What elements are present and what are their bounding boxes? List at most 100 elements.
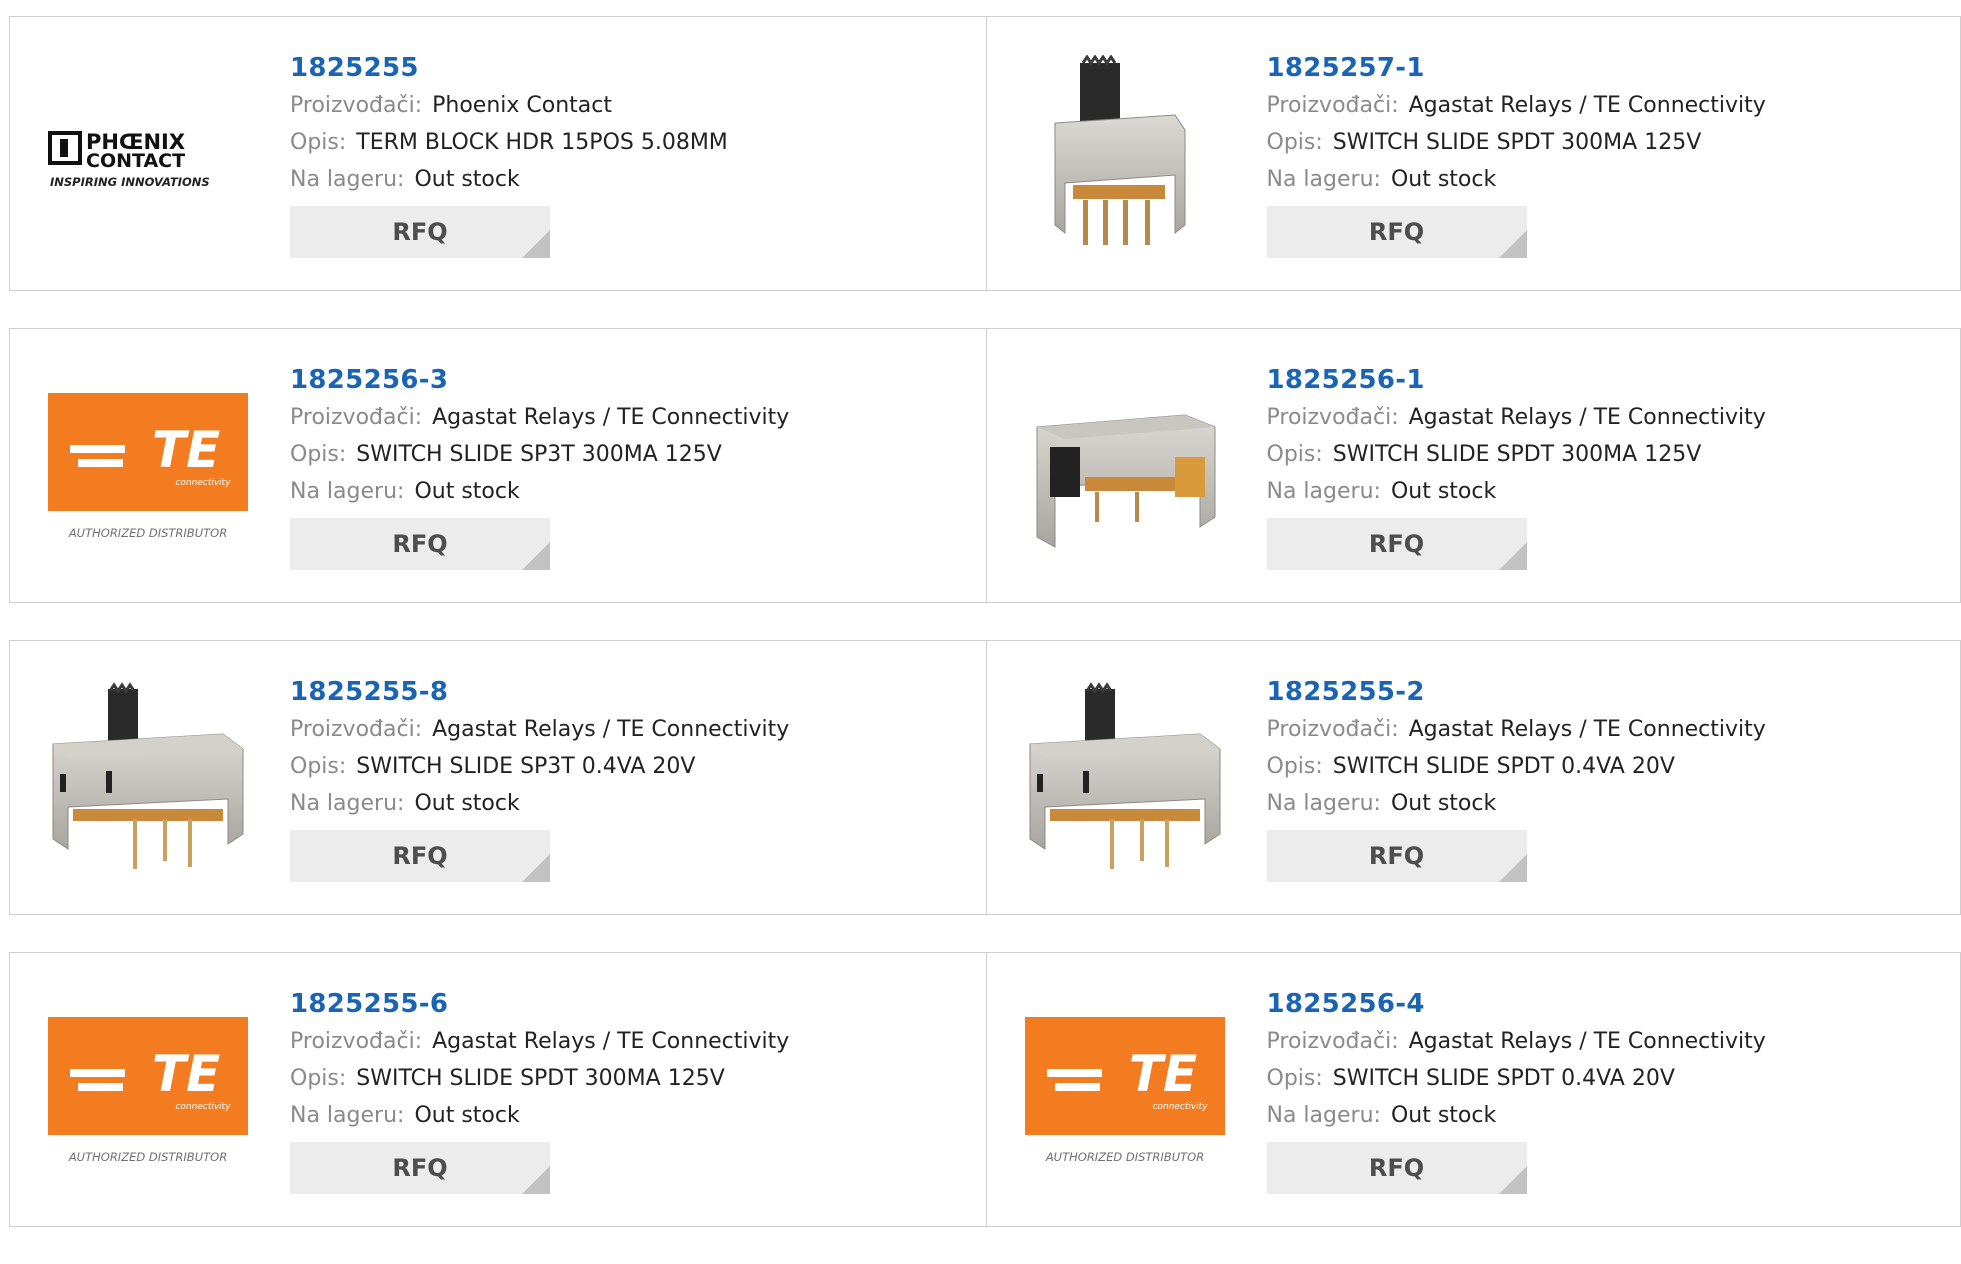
- product-grid: PHŒNIX CONTACT INSPIRING INNOVATIONS 182…: [9, 16, 1961, 1264]
- slide-switch-image[interactable]: [1025, 55, 1225, 255]
- manufacturer-label: Proizvođači:: [290, 405, 422, 430]
- manufacturer-label: Proizvođači:: [1267, 717, 1399, 742]
- manufacturer-row: Proizvođači:Agastat Relays / TE Connecti…: [1267, 1023, 1766, 1060]
- svg-text:AUTHORIZED DISTRIBUTOR: AUTHORIZED DISTRIBUTOR: [68, 1150, 227, 1164]
- svg-text:INSPIRING INNOVATIONS: INSPIRING INNOVATIONS: [50, 175, 210, 189]
- corner-triangle-icon: [522, 854, 550, 882]
- corner-triangle-icon: [1499, 542, 1527, 570]
- part-number-link[interactable]: 1825257-1: [1267, 49, 1766, 87]
- stock-label: Na lageru:: [1267, 479, 1381, 504]
- stock-value: Out stock: [1391, 1103, 1496, 1128]
- product-info: 1825255 Proizvođači:Phoenix Contact Opis…: [290, 49, 728, 258]
- stock-row: Na lageru:Out stock: [290, 1097, 789, 1134]
- part-number-link[interactable]: 1825255-2: [1267, 673, 1766, 711]
- description-label: Opis:: [290, 1066, 346, 1091]
- rfq-label: RFQ: [392, 218, 447, 246]
- stock-row: Na lageru: Out stock: [1267, 785, 1766, 822]
- description-value: SWITCH SLIDE SP3T 0.4VA 20V: [356, 754, 695, 779]
- rfq-button[interactable]: RFQ: [290, 518, 550, 570]
- description-value: SWITCH SLIDE SP3T 300MA 125V: [356, 442, 722, 467]
- manufacturer-row: Proizvođači:Agastat Relays / TE Connecti…: [290, 711, 789, 748]
- stock-label: Na lageru:: [290, 1103, 404, 1128]
- rfq-button[interactable]: RFQ: [1267, 518, 1527, 570]
- rfq-button[interactable]: RFQ: [290, 206, 550, 258]
- slide-switch-image[interactable]: [48, 679, 248, 879]
- manufacturer-label: Proizvođači:: [290, 93, 422, 118]
- description-label: Opis:: [1267, 754, 1323, 779]
- product-card: 1825255-2 Proizvođači: Agastat Relays / T…: [987, 640, 1961, 915]
- stock-row: Na lageru:Out stock: [1267, 1097, 1766, 1134]
- description-value: SWITCH SLIDE SPDT 300MA 125V: [1333, 130, 1701, 155]
- manufacturer-label: Proizvođači:: [1267, 405, 1399, 430]
- rfq-label: RFQ: [1369, 530, 1424, 558]
- product-card: TE connectivity AUTHORIZED DISTRIBUTOR 1…: [987, 952, 1961, 1227]
- rfq-button[interactable]: RFQ: [1267, 1142, 1527, 1194]
- part-number-link[interactable]: 1825256-1: [1267, 361, 1766, 399]
- corner-triangle-icon: [1499, 1166, 1527, 1194]
- svg-text:AUTHORIZED DISTRIBUTOR: AUTHORIZED DISTRIBUTOR: [1044, 1150, 1203, 1164]
- stock-value: Out stock: [414, 479, 519, 504]
- stock-row: Na lageru: Out stock: [290, 785, 789, 822]
- stock-value: Out stock: [414, 791, 519, 816]
- product-info: 1825256-1 Proizvođači:Agastat Relays / T…: [1267, 361, 1766, 570]
- product-info: 1825255-6 Proizvođači:Agastat Relays / T…: [290, 985, 789, 1194]
- description-value: TERM BLOCK HDR 15POS 5.08MM: [356, 130, 728, 155]
- stock-value: Out stock: [1391, 479, 1496, 504]
- part-number-link[interactable]: 1825255: [290, 49, 728, 87]
- product-info: 1825256-3 Proizvođači:Agastat Relays / T…: [290, 361, 789, 570]
- description-row: Opis:SWITCH SLIDE SPDT 0.4VA 20V: [1267, 748, 1766, 785]
- description-label: Opis:: [1267, 1066, 1323, 1091]
- description-label: Opis:: [1267, 442, 1323, 467]
- slide-switch-image[interactable]: [1025, 367, 1225, 567]
- product-card: PHŒNIX CONTACT INSPIRING INNOVATIONS 182…: [9, 16, 987, 291]
- phoenix-contact-logo[interactable]: PHŒNIX CONTACT INSPIRING INNOVATIONS: [48, 55, 248, 255]
- rfq-label: RFQ: [392, 1154, 447, 1182]
- stock-label: Na lageru:: [290, 791, 404, 816]
- product-card: TE connectivity AUTHORIZED DISTRIBUTOR 1…: [9, 952, 987, 1227]
- part-number-link[interactable]: 1825255-8: [290, 673, 789, 711]
- part-number-link[interactable]: 1825255-6: [290, 985, 789, 1023]
- rfq-button[interactable]: RFQ: [290, 830, 550, 882]
- rfq-label: RFQ: [1369, 218, 1424, 246]
- stock-row: Na lageru: Out stock: [290, 161, 728, 198]
- description-value: SWITCH SLIDE SPDT 0.4VA 20V: [1333, 1066, 1675, 1091]
- svg-text:CONTACT: CONTACT: [86, 150, 185, 172]
- rfq-label: RFQ: [392, 842, 447, 870]
- description-row: Opis:SWITCH SLIDE SP3T 0.4VA 20V: [290, 748, 789, 785]
- svg-text:connectivity: connectivity: [1152, 1102, 1208, 1112]
- te-connectivity-logo[interactable]: TE connectivity AUTHORIZED DISTRIBUTOR: [48, 367, 248, 567]
- manufacturer-row: Proizvođači: Phoenix Contact: [290, 87, 728, 124]
- corner-triangle-icon: [1499, 230, 1527, 258]
- manufacturer-value: Phoenix Contact: [432, 93, 612, 118]
- stock-value: Out stock: [1391, 167, 1496, 192]
- te-connectivity-logo[interactable]: TE connectivity AUTHORIZED DISTRIBUTOR: [48, 991, 248, 1191]
- part-number-link[interactable]: 1825256-4: [1267, 985, 1766, 1023]
- te-connectivity-logo[interactable]: TE connectivity AUTHORIZED DISTRIBUTOR: [1025, 991, 1225, 1191]
- manufacturer-value: Agastat Relays / TE Connectivity: [1409, 717, 1766, 742]
- product-row: TE connectivity AUTHORIZED DISTRIBUTOR 1…: [9, 952, 1961, 1227]
- description-label: Opis:: [1267, 130, 1323, 155]
- stock-value: Out stock: [414, 167, 519, 192]
- manufacturer-row: Proizvođači:Agastat Relays / TE Connecti…: [1267, 399, 1766, 436]
- description-row: Opis:SWITCH SLIDE SP3T 300MA 125V: [290, 436, 789, 473]
- part-number-link[interactable]: 1825256-3: [290, 361, 789, 399]
- rfq-button[interactable]: RFQ: [1267, 830, 1527, 882]
- manufacturer-value: Agastat Relays / TE Connectivity: [1409, 93, 1766, 118]
- description-row: Opis:SWITCH SLIDE SPDT 300MA 125V: [1267, 436, 1766, 473]
- stock-row: Na lageru:Out stock: [1267, 161, 1766, 198]
- svg-text:TE: TE: [1128, 1045, 1196, 1103]
- stock-value: Out stock: [1391, 791, 1496, 816]
- rfq-label: RFQ: [392, 530, 447, 558]
- product-card: 1825256-1 Proizvođači:Agastat Relays / T…: [987, 328, 1961, 603]
- corner-triangle-icon: [522, 230, 550, 258]
- rfq-label: RFQ: [1369, 1154, 1424, 1182]
- product-card: TE connectivity AUTHORIZED DISTRIBUTOR 1…: [9, 328, 987, 603]
- stock-label: Na lageru:: [1267, 791, 1381, 816]
- manufacturer-label: Proizvođači:: [290, 1029, 422, 1054]
- slide-switch-image[interactable]: [1025, 679, 1225, 879]
- rfq-button[interactable]: RFQ: [1267, 206, 1527, 258]
- product-row: PHŒNIX CONTACT INSPIRING INNOVATIONS 182…: [9, 16, 1961, 291]
- product-info: 1825256-4 Proizvođači:Agastat Relays / T…: [1267, 985, 1766, 1194]
- rfq-button[interactable]: RFQ: [290, 1142, 550, 1194]
- stock-label: Na lageru:: [290, 167, 404, 192]
